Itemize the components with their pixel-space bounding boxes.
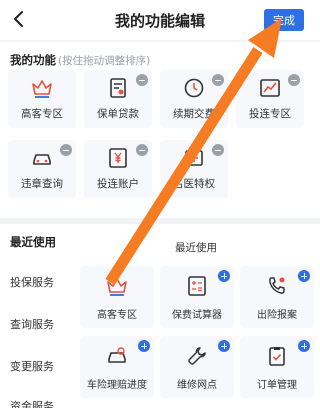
wrench-icon	[188, 347, 206, 365]
tile-label: 保费试算器	[172, 310, 222, 321]
tile-label: 车险理赔进度	[87, 380, 147, 391]
tile-label: 名医特权	[173, 178, 215, 190]
recent-tile[interactable]: 高客专区	[80, 266, 154, 328]
tile-label: 投连账户	[97, 178, 139, 190]
my-functions-title: 我的功能	[10, 53, 56, 67]
recent-tile[interactable]: 订单管理	[240, 336, 314, 398]
calculator-icon	[188, 276, 206, 296]
my-function-tile[interactable]: 保单贷款	[84, 70, 152, 128]
recent-tile[interactable]: 车险理赔进度	[80, 336, 154, 398]
remove-icon[interactable]	[60, 144, 72, 156]
tile-label: 订单管理	[257, 380, 297, 391]
add-icon[interactable]	[298, 340, 310, 352]
crown-icon	[107, 278, 127, 296]
remove-icon[interactable]	[212, 74, 224, 86]
remove-icon[interactable]	[288, 74, 300, 86]
add-icon[interactable]	[218, 340, 230, 352]
my-function-tile[interactable]: 续期交费	[160, 70, 228, 128]
add-icon[interactable]	[138, 340, 150, 352]
tile-label: 续期交费	[173, 108, 215, 120]
tile-label: 投连专区	[249, 108, 291, 120]
recent-heading: 最近使用	[10, 235, 56, 249]
recent-tile[interactable]: 出险报案	[240, 266, 314, 328]
category-item[interactable]: 变更服务	[10, 358, 54, 374]
recent-subtitle: 最近使用	[175, 242, 217, 254]
my-function-tile[interactable]: 投连专区	[236, 70, 304, 128]
tile-label: 维修网点	[177, 380, 217, 391]
remove-icon[interactable]	[136, 74, 148, 86]
recent-tile[interactable]: 保费试算器	[160, 266, 234, 328]
recent-grid: 高客专区 保费试算器 出险报案 车险理赔进度 维修网点 订单管理	[72, 260, 320, 408]
car-claim-icon	[108, 347, 126, 363]
add-icon[interactable]	[218, 270, 230, 282]
tile-label: 违章查询	[21, 178, 63, 190]
my-function-tile[interactable]: 投连账户	[84, 140, 152, 198]
my-functions-heading: 我的功能 (按住拖动调整排序)	[10, 52, 150, 68]
tile-label: 高客专区	[97, 310, 137, 321]
category-item[interactable]: 资金服务	[10, 398, 54, 408]
recent-tile[interactable]: 维修网点	[160, 336, 234, 398]
crown-icon	[32, 80, 52, 98]
tile-label: 保单贷款	[97, 108, 139, 120]
my-function-tile[interactable]: 名医特权	[160, 140, 228, 198]
phone-report-icon	[269, 277, 285, 294]
my-functions-section: 我的功能 (按住拖动调整排序) 高客专区 保单贷款 续期交费 投连专区 违章查询…	[0, 42, 320, 218]
add-icon[interactable]	[298, 270, 310, 282]
my-function-tile[interactable]: 高客专区	[8, 70, 76, 128]
top-bar: 我的功能编辑 完成	[0, 0, 320, 40]
done-button[interactable]: 完成	[264, 9, 304, 31]
car-icon	[33, 154, 51, 165]
my-function-tile[interactable]: 违章查询	[8, 140, 76, 198]
category-item[interactable]: 查询服务	[10, 316, 54, 332]
renewal-clock-icon	[184, 78, 204, 98]
remove-icon[interactable]	[136, 144, 148, 156]
doctor-icon	[185, 150, 203, 166]
recent-section: 最近使用 最近使用 投保服务 查询服务 变更服务 资金服务 高客专区 保费试算器	[0, 224, 320, 408]
trend-chart-icon	[260, 79, 280, 97]
loan-document-icon	[110, 78, 126, 98]
remove-icon[interactable]	[212, 144, 224, 156]
category-sidebar: 投保服务 查询服务 变更服务 资金服务	[0, 260, 72, 408]
drag-sort-hint: (按住拖动调整排序)	[58, 55, 151, 67]
category-item[interactable]: 投保服务	[10, 274, 54, 290]
yuan-account-icon	[109, 148, 127, 168]
tile-label: 高客专区	[21, 108, 63, 120]
tile-label: 出险报案	[257, 310, 297, 321]
clipboard-check-icon	[269, 347, 285, 366]
